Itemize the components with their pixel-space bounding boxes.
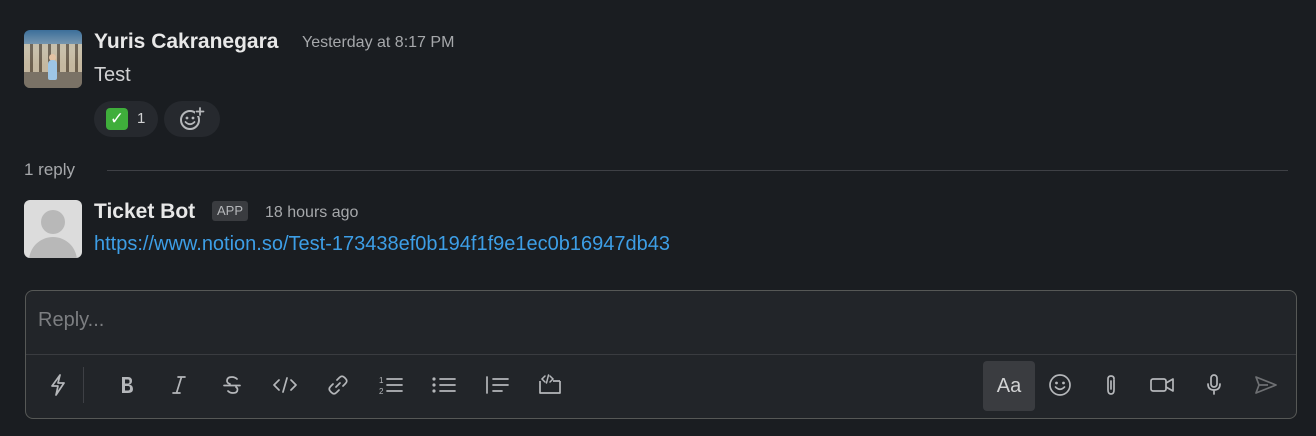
bulleted-list-button[interactable] <box>426 363 462 407</box>
add-reaction-button[interactable] <box>164 101 220 137</box>
toolbar-divider <box>83 367 84 403</box>
reply-count: 1 reply <box>24 160 76 179</box>
reaction-check[interactable]: ✓ 1 <box>94 101 158 137</box>
code-block-icon <box>539 374 561 394</box>
strikethrough-button[interactable] <box>214 363 250 407</box>
divider <box>107 170 1288 171</box>
code-block-button[interactable] <box>532 363 568 407</box>
paperclip-icon <box>1107 375 1115 395</box>
ordered-list-button[interactable]: 12 <box>373 363 409 407</box>
microphone-icon <box>1207 374 1221 395</box>
blockquote-icon <box>486 376 509 394</box>
avatar[interactable] <box>24 30 82 88</box>
emoji-button[interactable] <box>1042 363 1078 407</box>
check-mark-icon: ✓ <box>106 108 128 130</box>
link-icon <box>328 375 348 395</box>
video-camera-icon <box>1150 378 1174 392</box>
bold-button[interactable] <box>109 363 145 407</box>
reply-timestamp[interactable]: 18 hours ago <box>265 204 358 222</box>
shortcuts-button[interactable] <box>40 363 76 407</box>
code-button[interactable] <box>267 363 303 407</box>
reply-link[interactable]: https://www.notion.so/Test-173438ef0b194… <box>94 233 670 256</box>
formatting-toggle-button[interactable]: Aa <box>983 361 1035 411</box>
reply-composer: 12 Aa <box>25 290 1297 419</box>
ordered-list-icon: 12 <box>379 376 403 396</box>
message-timestamp[interactable]: Yesterday at 8:17 PM <box>302 34 454 52</box>
svg-text:1: 1 <box>379 376 384 385</box>
lightning-icon <box>51 374 65 396</box>
video-clip-button[interactable] <box>1144 363 1180 407</box>
audio-clip-button[interactable] <box>1196 363 1232 407</box>
code-icon <box>273 377 297 393</box>
composer-divider <box>26 354 1296 355</box>
send-icon <box>1255 376 1277 394</box>
blockquote-button[interactable] <box>479 363 515 407</box>
link-button[interactable] <box>320 363 356 407</box>
app-badge: APP <box>212 201 249 221</box>
italic-icon <box>172 376 186 394</box>
send-button[interactable] <box>1248 363 1284 407</box>
add-reaction-icon <box>180 107 205 130</box>
message-text: Test <box>94 64 131 86</box>
strikethrough-icon <box>223 376 241 394</box>
reaction-count: 1 <box>137 110 146 127</box>
reply-input[interactable] <box>38 309 1278 332</box>
bot-avatar[interactable] <box>24 200 82 258</box>
bulleted-list-icon <box>432 377 456 393</box>
reply-author[interactable]: Ticket Bot <box>94 200 195 224</box>
bold-icon <box>122 377 133 393</box>
attach-button[interactable] <box>1093 363 1129 407</box>
emoji-icon <box>1049 374 1071 396</box>
message-author[interactable]: Yuris Cakranegara <box>94 30 278 54</box>
italic-button[interactable] <box>161 363 197 407</box>
svg-text:2: 2 <box>379 387 384 396</box>
